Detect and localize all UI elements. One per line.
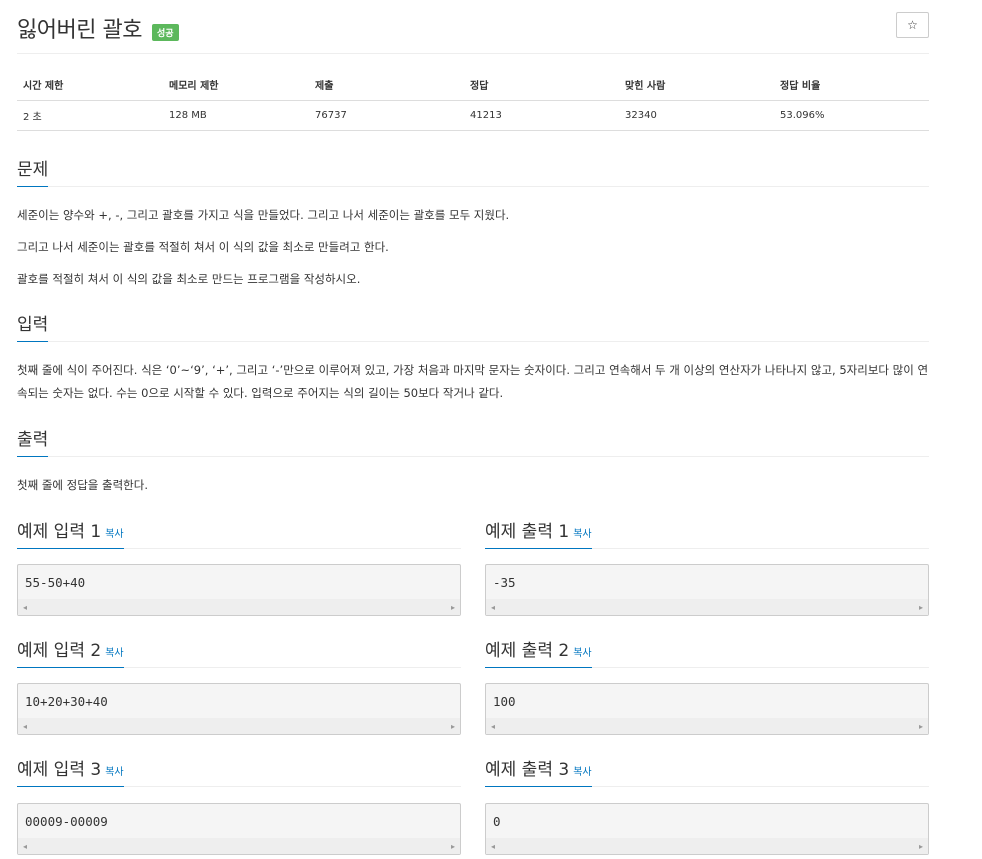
page-title: 잃어버린 괄호	[17, 18, 142, 43]
time-limit-value: 2 초	[17, 100, 163, 131]
section-problem: 문제	[17, 155, 929, 187]
status-badge: 성공	[152, 24, 179, 41]
scroll-right-icon[interactable]: ▸	[919, 722, 923, 731]
scroll-left-icon[interactable]: ◂	[491, 603, 495, 612]
scroll-left-icon[interactable]: ◂	[23, 603, 27, 612]
problem-text-2: 그리고 나서 세준이는 괄호를 적절히 쳐서 이 식의 값을 최소로 만들려고 …	[17, 240, 389, 254]
output-description: 첫째 줄에 정답을 출력한다.	[17, 478, 149, 492]
ratio-value: 53.096%	[774, 100, 929, 131]
sample-output-1[interactable]: -35 ◂ ▸	[485, 564, 929, 616]
copy-button[interactable]: 복사	[573, 767, 591, 778]
horizontal-scrollbar[interactable]: ◂ ▸	[18, 838, 460, 854]
section-output: 출력	[17, 425, 929, 457]
sample-input-1[interactable]: 55-50+40 ◂ ▸	[17, 564, 461, 616]
star-icon: ☆	[907, 18, 918, 32]
sample-title: 예제 출력 2 복사	[485, 636, 592, 668]
title-row: 잃어버린 괄호 성공 ☆	[17, 10, 929, 54]
problem-info-table: 시간 제한 메모리 제한 제출 정답 맞힌 사람 정답 비율 2 초 128 M…	[17, 70, 929, 131]
scroll-left-icon[interactable]: ◂	[23, 722, 27, 731]
table-row: 2 초 128 MB 76737 41213 32340 53.096%	[17, 100, 929, 131]
scroll-right-icon[interactable]: ▸	[919, 842, 923, 851]
section-input: 입력	[17, 310, 929, 342]
section-title: 문제	[17, 155, 49, 187]
submissions-value: 76737	[309, 100, 464, 131]
solvers-value: 32340	[619, 100, 774, 131]
sample-input-text: 00009-00009	[25, 814, 108, 829]
scroll-right-icon[interactable]: ▸	[919, 603, 923, 612]
copy-button[interactable]: 복사	[105, 767, 123, 778]
horizontal-scrollbar[interactable]: ◂ ▸	[18, 599, 460, 615]
problem-text-1: 세준이는 양수와 +, -, 그리고 괄호를 가지고 식을 만들었다. 그리고 …	[17, 208, 510, 222]
horizontal-scrollbar[interactable]: ◂ ▸	[486, 838, 928, 854]
copy-button[interactable]: 복사	[573, 648, 591, 659]
sample-title: 예제 출력 3 복사	[485, 755, 592, 787]
sample-output-2[interactable]: 100 ◂ ▸	[485, 683, 929, 735]
sample-input-2-head: 예제 입력 2 복사	[17, 636, 461, 668]
header-time-limit: 시간 제한	[17, 70, 163, 101]
header-solvers: 맞힌 사람	[619, 70, 774, 101]
header-memory-limit: 메모리 제한	[163, 70, 309, 101]
sample-input-3[interactable]: 00009-00009 ◂ ▸	[17, 803, 461, 855]
sample-input-text: 10+20+30+40	[25, 694, 108, 709]
sample-output-2-head: 예제 출력 2 복사	[485, 636, 929, 668]
copy-button[interactable]: 복사	[105, 648, 123, 659]
scroll-left-icon[interactable]: ◂	[23, 842, 27, 851]
sample-output-3[interactable]: 0 ◂ ▸	[485, 803, 929, 855]
sample-output-text: 100	[493, 694, 516, 709]
sample-title: 예제 출력 1 복사	[485, 517, 592, 549]
horizontal-scrollbar[interactable]: ◂ ▸	[18, 718, 460, 734]
sample-title: 예제 입력 2 복사	[17, 636, 124, 668]
scroll-right-icon[interactable]: ▸	[451, 722, 455, 731]
sample-output-3-head: 예제 출력 3 복사	[485, 755, 929, 787]
input-description: 첫째 줄에 식이 주어진다. 식은 ‘0’~‘9’, ‘+’, 그리고 ‘-’만…	[17, 363, 929, 400]
problem-text-3: 괄호를 적절히 쳐서 이 식의 값을 최소로 만드는 프로그램을 작성하시오.	[17, 272, 361, 286]
horizontal-scrollbar[interactable]: ◂ ▸	[486, 599, 928, 615]
scroll-left-icon[interactable]: ◂	[491, 842, 495, 851]
section-title: 입력	[17, 310, 49, 342]
sample-input-1-head: 예제 입력 1 복사	[17, 517, 461, 549]
header-submissions: 제출	[309, 70, 464, 101]
scroll-right-icon[interactable]: ▸	[451, 603, 455, 612]
accepted-value: 41213	[464, 100, 619, 131]
star-button[interactable]: ☆	[896, 12, 929, 38]
section-title: 출력	[17, 425, 49, 457]
horizontal-scrollbar[interactable]: ◂ ▸	[486, 718, 928, 734]
scroll-right-icon[interactable]: ▸	[451, 842, 455, 851]
sample-title: 예제 입력 3 복사	[17, 755, 124, 787]
sample-output-text: -35	[493, 575, 516, 590]
scroll-left-icon[interactable]: ◂	[491, 722, 495, 731]
sample-input-2[interactable]: 10+20+30+40 ◂ ▸	[17, 683, 461, 735]
header-accepted: 정답	[464, 70, 619, 101]
sample-input-3-head: 예제 입력 3 복사	[17, 755, 461, 787]
sample-input-text: 55-50+40	[25, 575, 86, 590]
header-ratio: 정답 비율	[774, 70, 929, 101]
sample-output-1-head: 예제 출력 1 복사	[485, 517, 929, 549]
sample-output-text: 0	[493, 814, 501, 829]
copy-button[interactable]: 복사	[105, 529, 123, 540]
sample-title: 예제 입력 1 복사	[17, 517, 124, 549]
copy-button[interactable]: 복사	[573, 529, 591, 540]
memory-limit-value: 128 MB	[163, 100, 309, 131]
